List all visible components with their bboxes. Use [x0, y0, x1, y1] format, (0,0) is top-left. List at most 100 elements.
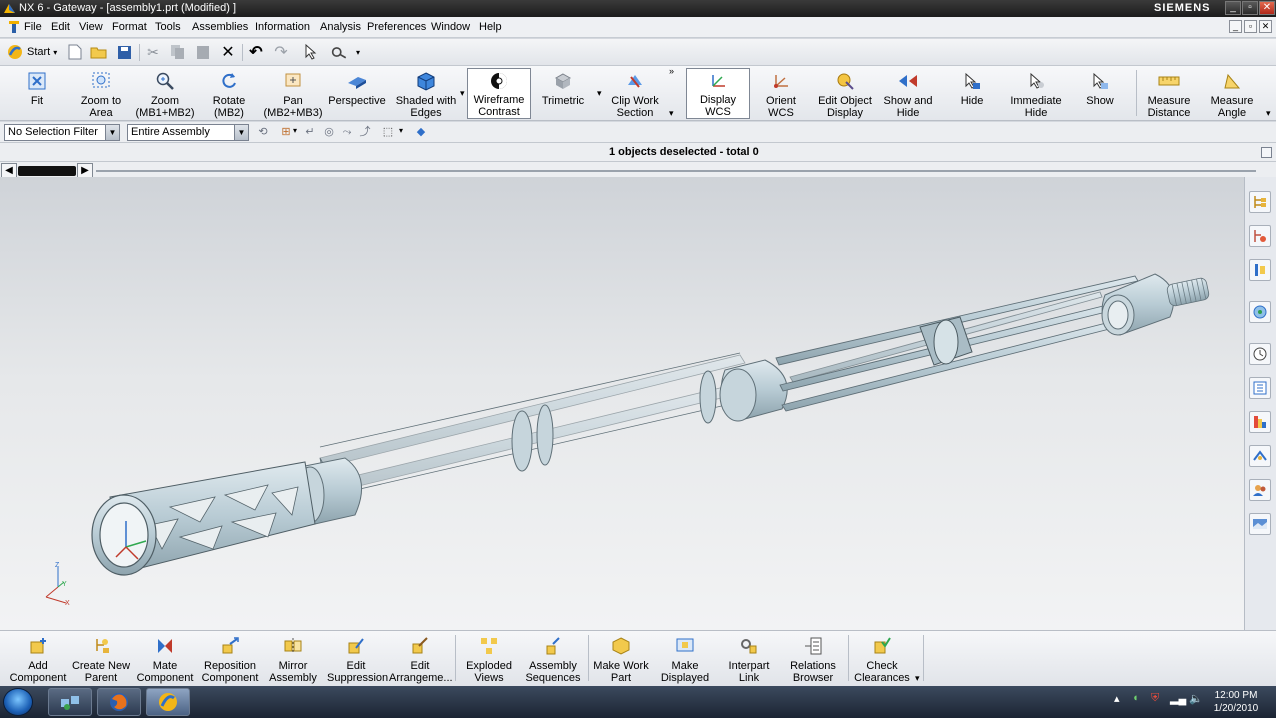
menu-assemblies[interactable]: Assemblies [192, 21, 248, 33]
menu-file[interactable]: File [24, 21, 42, 33]
select-face-icon[interactable]: ⤴ [358, 125, 372, 139]
redo-icon[interactable]: ↷ [272, 43, 290, 61]
taskbar-app-firefox[interactable] [97, 688, 141, 716]
show-button[interactable]: Show [1074, 68, 1126, 119]
show-and-hide-button[interactable]: Show and Hide [880, 68, 936, 119]
undo-icon[interactable]: ↶ [247, 43, 265, 61]
rotate-button[interactable]: Rotate (MB2) [202, 68, 256, 119]
tray-security-icon[interactable]: ⛨ [1151, 692, 1159, 705]
delete-icon[interactable]: ✕ [219, 43, 237, 61]
reuse-library-icon[interactable] [1249, 301, 1271, 323]
menu-tools[interactable]: Tools [155, 21, 181, 33]
interpart-link-button[interactable]: Interpart Link [718, 633, 780, 685]
perspective-button[interactable]: Perspective [328, 68, 386, 119]
process-studio-icon[interactable] [1249, 445, 1271, 467]
exploded-views-button[interactable]: Exploded Views [458, 633, 520, 685]
assembly-sequences-button[interactable]: Assembly Sequences [522, 633, 584, 685]
menu-help[interactable]: Help [479, 21, 502, 33]
system-materials-icon[interactable] [1249, 377, 1271, 399]
taskbar-clock[interactable]: 12:00 PM 1/20/2010 [1206, 689, 1266, 715]
cut-icon[interactable]: ✂ [144, 43, 162, 61]
close-button[interactable]: ✕ [1259, 1, 1275, 15]
tray-network-icon[interactable]: ▂▄ [1170, 692, 1186, 705]
select-feature-icon[interactable]: ◎ [322, 125, 336, 139]
part-tab[interactable] [18, 166, 76, 176]
relations-browser-button[interactable]: Relations Browser [782, 633, 844, 685]
assembly-model[interactable]: Z Y X [0, 177, 1244, 630]
new-icon[interactable] [66, 43, 84, 61]
edit-suppression-button[interactable]: Edit Suppression [326, 633, 388, 685]
paste-icon[interactable] [194, 43, 212, 61]
open-icon[interactable] [90, 43, 108, 61]
menu-preferences[interactable]: Preferences [367, 21, 426, 33]
selection-scope-dropdown[interactable]: Entire Assembly ▼ [127, 124, 249, 141]
measure-distance-button[interactable]: Measure Distance [1140, 68, 1198, 119]
part-navigator-icon[interactable] [1249, 259, 1271, 281]
maximize-button[interactable]: ▫ [1242, 1, 1258, 15]
start-button[interactable]: Start ▾ [6, 43, 57, 61]
reset-filter-icon[interactable]: ⟲ [256, 125, 270, 139]
graphics-window[interactable]: Z Y X [0, 177, 1244, 630]
edit-object-display-button[interactable]: Edit Object Display [814, 68, 876, 119]
mate-component-button[interactable]: Mate Component [134, 633, 196, 685]
zoom-to-area-button[interactable]: Zoom to Area [72, 68, 130, 119]
trimetric-button[interactable]: Trimetric [536, 68, 590, 119]
check-clearances-button[interactable]: Check Clearances [850, 633, 914, 685]
doc-close-button[interactable]: ✕ [1259, 20, 1272, 33]
edit-arrangement-button[interactable]: Edit Arrangeme... [388, 633, 453, 685]
save-icon[interactable] [115, 43, 133, 61]
add-component-button[interactable]: Add Component [4, 633, 72, 685]
hide-button[interactable]: Hide [946, 68, 998, 119]
create-new-parent-button[interactable]: Create New Parent [70, 633, 132, 685]
selection-info-icon[interactable] [302, 43, 320, 61]
start-orb-icon[interactable] [3, 688, 33, 716]
roles-icon[interactable] [1249, 479, 1271, 501]
make-displayed-button[interactable]: Make Displayed [654, 633, 716, 685]
doc-minimize-button[interactable]: _ [1229, 20, 1242, 33]
visualization-icon[interactable] [1249, 411, 1271, 433]
pan-icon [282, 70, 304, 92]
menu-edit[interactable]: Edit [51, 21, 70, 33]
copy-icon[interactable] [169, 43, 187, 61]
status-toggle-icon[interactable] [1261, 147, 1272, 158]
add-component-icon [27, 635, 49, 657]
general-select-icon[interactable]: ↵ [303, 125, 317, 139]
system-scenes-icon[interactable] [1249, 513, 1271, 535]
tray-signal-icon[interactable]: ◖ [1132, 692, 1139, 704]
menu-format[interactable]: Format [112, 21, 147, 33]
taskbar-app-network[interactable] [48, 688, 92, 716]
show-hidden-icons[interactable]: ▴ [1114, 692, 1120, 705]
doc-restore-button[interactable]: ▫ [1244, 20, 1257, 33]
component-select-icon[interactable]: ◆ [414, 125, 428, 139]
menu-window[interactable]: Window [431, 21, 470, 33]
command-finder-icon[interactable] [331, 43, 349, 61]
make-work-part-button[interactable]: Make Work Part [590, 633, 652, 685]
menu-analysis[interactable]: Analysis [320, 21, 361, 33]
mirror-assembly-button[interactable]: Mirror Assembly [264, 633, 322, 685]
clip-work-section-button[interactable]: Clip Work Section [604, 68, 666, 119]
rectangle-select-icon[interactable]: ⬚ [381, 125, 395, 139]
fit-button[interactable]: Fit [8, 68, 66, 119]
pan-button[interactable]: Pan (MB2+MB3) [262, 68, 324, 119]
measure-angle-button[interactable]: Measure Angle [1204, 68, 1260, 119]
minimize-button[interactable]: _ [1225, 1, 1241, 15]
shaded-with-edges-button[interactable]: Shaded with Edges [394, 68, 458, 119]
zoom-button[interactable]: Zoom (MB1+MB2) [134, 68, 196, 119]
menu-information[interactable]: Information [255, 21, 310, 33]
immediate-hide-button[interactable]: Immediate Hide [1004, 68, 1068, 119]
selection-filter-dropdown[interactable]: No Selection Filter ▼ [4, 124, 120, 141]
start-icon [8, 45, 22, 59]
nx-menu-icon[interactable] [8, 20, 20, 34]
reposition-component-button[interactable]: Reposition Component [198, 633, 262, 685]
assembly-navigator-icon[interactable] [1249, 191, 1271, 213]
history-icon[interactable] [1249, 343, 1271, 365]
constraint-navigator-icon[interactable] [1249, 225, 1271, 247]
tray-volume-icon[interactable]: 🔈 [1189, 692, 1203, 705]
display-wcs-button[interactable]: Display WCS [686, 68, 750, 119]
select-body-icon[interactable]: ⤳ [340, 125, 354, 139]
taskbar-app-nx[interactable] [146, 688, 190, 716]
snap-point-icon[interactable]: ⊞ [279, 125, 293, 139]
orient-wcs-button[interactable]: Orient WCS [753, 68, 809, 119]
wireframe-contrast-button[interactable]: Wireframe Contrast [467, 68, 531, 119]
menu-view[interactable]: View [79, 21, 103, 33]
